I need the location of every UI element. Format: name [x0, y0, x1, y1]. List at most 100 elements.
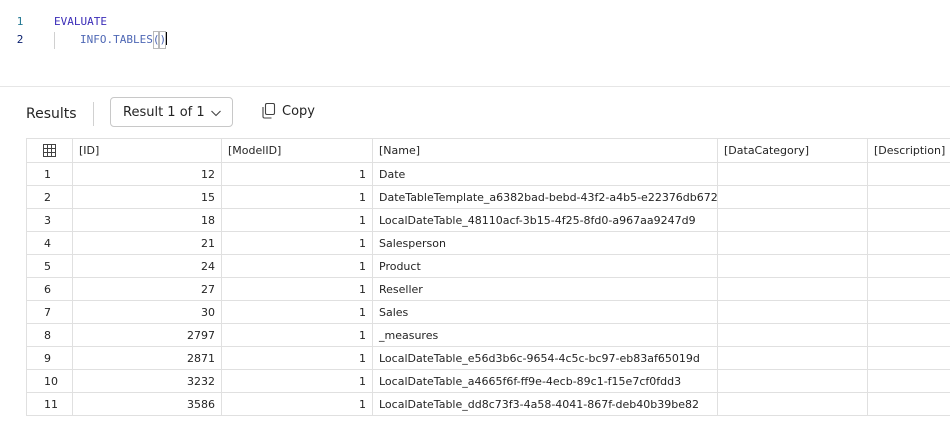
cell-modelid[interactable]: 1 — [221, 277, 373, 301]
row-number: 7 — [26, 300, 73, 324]
table-row[interactable]: 1 12 1 Date — [26, 162, 950, 186]
cell-id[interactable]: 18 — [72, 208, 222, 232]
column-header-name[interactable]: [Name] — [372, 138, 718, 163]
cell-modelid[interactable]: 1 — [221, 323, 373, 347]
function-name: INFO.TABLES — [80, 33, 153, 46]
results-toolbar: Results Result 1 of 1 Copy — [0, 96, 950, 132]
cell-name[interactable]: _measures — [372, 323, 718, 347]
cell-modelid[interactable]: 1 — [221, 162, 373, 186]
cell-name[interactable]: Salesperson — [372, 231, 718, 255]
results-grid[interactable]: [ID] [ModelID] [Name] [DataCategory] [De… — [26, 138, 950, 433]
cell-modelid[interactable]: 1 — [221, 208, 373, 232]
cell-datacategory[interactable] — [717, 369, 868, 393]
chevron-down-icon — [211, 110, 221, 117]
cell-datacategory[interactable] — [717, 346, 868, 370]
table-row[interactable]: 2 15 1 DateTableTemplate_a6382bad-bebd-4… — [26, 185, 950, 209]
cell-id[interactable]: 24 — [72, 254, 222, 278]
cell-name[interactable]: LocalDateTable_e56d3b6c-9654-4c5c-bc97-e… — [372, 346, 718, 370]
cell-description[interactable] — [867, 369, 950, 393]
column-header-description[interactable]: [Description] — [867, 138, 950, 163]
cell-modelid[interactable]: 1 — [221, 392, 373, 416]
cell-description[interactable] — [867, 162, 950, 186]
cell-datacategory[interactable] — [717, 231, 868, 255]
row-number: 6 — [26, 277, 73, 301]
cell-modelid[interactable]: 1 — [221, 369, 373, 393]
cell-modelid[interactable]: 1 — [221, 185, 373, 209]
table-row[interactable]: 11 3586 1 LocalDateTable_dd8c73f3-4a58-4… — [26, 392, 950, 416]
cell-modelid[interactable]: 1 — [221, 300, 373, 324]
cell-name[interactable]: LocalDateTable_dd8c73f3-4a58-4041-867f-d… — [372, 392, 718, 416]
cell-datacategory[interactable] — [717, 208, 868, 232]
select-all-cell[interactable] — [26, 138, 73, 163]
column-header-datacategory[interactable]: [DataCategory] — [717, 138, 868, 163]
cell-description[interactable] — [867, 346, 950, 370]
table-row[interactable]: 7 30 1 Sales — [26, 300, 950, 324]
code-editor[interactable]: 1 EVALUATE 2 INFO.TABLES() — [0, 0, 950, 87]
row-number: 1 — [26, 162, 73, 186]
cell-id[interactable]: 30 — [72, 300, 222, 324]
cell-id[interactable]: 21 — [72, 231, 222, 255]
cell-description[interactable] — [867, 300, 950, 324]
cell-description[interactable] — [867, 392, 950, 416]
line-number: 2 — [16, 33, 24, 46]
grid-icon — [43, 143, 56, 157]
row-number: 2 — [26, 185, 73, 209]
results-title: Results — [26, 106, 77, 122]
cell-id[interactable]: 15 — [72, 185, 222, 209]
row-number: 4 — [26, 231, 73, 255]
cell-name[interactable]: Product — [372, 254, 718, 278]
cell-datacategory[interactable] — [717, 185, 868, 209]
cell-name[interactable]: LocalDateTable_48110acf-3b15-4f25-8fd0-a… — [372, 208, 718, 232]
cell-description[interactable] — [867, 185, 950, 209]
cell-datacategory[interactable] — [717, 254, 868, 278]
cell-name[interactable]: Sales — [372, 300, 718, 324]
cell-description[interactable] — [867, 323, 950, 347]
cell-datacategory[interactable] — [717, 300, 868, 324]
dax-query-view: 1 EVALUATE 2 INFO.TABLES() Results Resul… — [0, 0, 950, 433]
row-number: 9 — [26, 346, 73, 370]
copy-button[interactable]: Copy — [258, 99, 328, 125]
table-row[interactable]: 4 21 1 Salesperson — [26, 231, 950, 255]
cell-datacategory[interactable] — [717, 162, 868, 186]
result-selector-dropdown[interactable]: Result 1 of 1 — [110, 97, 233, 127]
cell-id[interactable]: 3232 — [72, 369, 222, 393]
cell-id[interactable]: 3586 — [72, 392, 222, 416]
row-number: 10 — [26, 369, 73, 393]
result-selector-label: Result 1 of 1 — [123, 105, 205, 120]
header-row: [ID] [ModelID] [Name] [DataCategory] [De… — [26, 138, 950, 163]
cell-description[interactable] — [867, 254, 950, 278]
cell-name[interactable]: LocalDateTable_a4665f6f-ff9e-4ecb-89c1-f… — [372, 369, 718, 393]
cell-description[interactable] — [867, 277, 950, 301]
cell-id[interactable]: 12 — [72, 162, 222, 186]
bracket-open: ( — [152, 31, 160, 49]
cell-id[interactable]: 27 — [72, 277, 222, 301]
column-header-id[interactable]: [ID] — [72, 138, 222, 163]
line-number: 1 — [16, 15, 24, 28]
row-number: 11 — [26, 392, 73, 416]
table-row[interactable]: 8 2797 1 _measures — [26, 323, 950, 347]
table-row[interactable]: 6 27 1 Reseller — [26, 277, 950, 301]
row-number: 3 — [26, 208, 73, 232]
cell-name[interactable]: Reseller — [372, 277, 718, 301]
cell-name[interactable]: Date — [372, 162, 718, 186]
column-header-modelid[interactable]: [ModelID] — [221, 138, 373, 163]
cell-name[interactable]: DateTableTemplate_a6382bad-bebd-43f2-a4b… — [372, 185, 718, 209]
cell-modelid[interactable]: 1 — [221, 254, 373, 278]
cell-id[interactable]: 2871 — [72, 346, 222, 370]
cell-datacategory[interactable] — [717, 277, 868, 301]
cell-id[interactable]: 2797 — [72, 323, 222, 347]
code-keyword: EVALUATE — [54, 15, 107, 28]
cell-modelid[interactable]: 1 — [221, 346, 373, 370]
cell-description[interactable] — [867, 208, 950, 232]
cell-datacategory[interactable] — [717, 392, 868, 416]
table-row[interactable]: 9 2871 1 LocalDateTable_e56d3b6c-9654-4c… — [26, 346, 950, 370]
cell-description[interactable] — [867, 231, 950, 255]
table-row[interactable]: 10 3232 1 LocalDateTable_a4665f6f-ff9e-4… — [26, 369, 950, 393]
copy-icon — [262, 103, 276, 119]
cell-modelid[interactable]: 1 — [221, 231, 373, 255]
table-row[interactable]: 5 24 1 Product — [26, 254, 950, 278]
cell-datacategory[interactable] — [717, 323, 868, 347]
table-row[interactable]: 3 18 1 LocalDateTable_48110acf-3b15-4f25… — [26, 208, 950, 232]
results-table: [ID] [ModelID] [Name] [DataCategory] [De… — [26, 138, 950, 416]
toolbar-divider — [93, 102, 94, 126]
